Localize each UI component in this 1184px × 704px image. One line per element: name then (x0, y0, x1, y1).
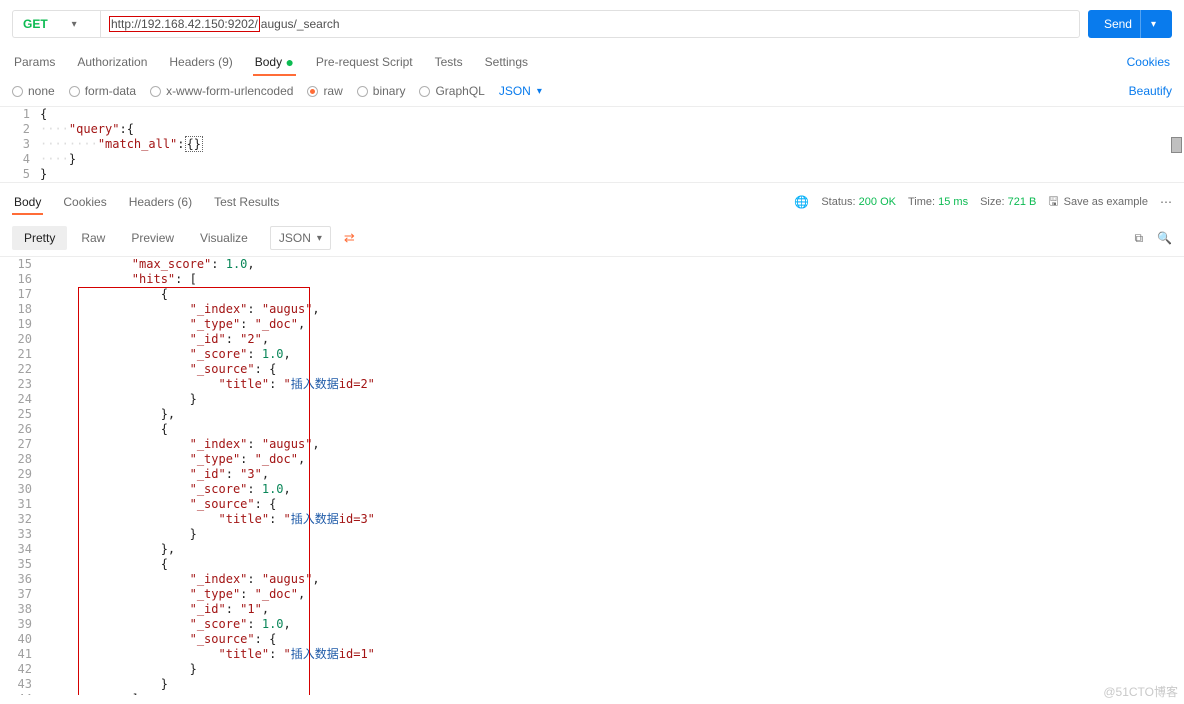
request-body-editor[interactable]: 1{ 2····"query":{ 3········"match_all":{… (0, 107, 1184, 183)
radio-raw[interactable]: raw (307, 84, 342, 98)
status-label: Status: 200 OK (821, 196, 896, 208)
radio-binary[interactable]: binary (357, 84, 406, 98)
method-select[interactable]: GET ▾ (12, 10, 100, 38)
watermark: @51CTO博客 (1103, 683, 1178, 700)
cookies-link[interactable]: Cookies (1125, 49, 1172, 75)
raw-type-select[interactable]: JSON▾ (499, 84, 542, 98)
tab-authorization[interactable]: Authorization (75, 49, 149, 75)
tab-params[interactable]: Params (12, 49, 57, 75)
chevron-down-icon: ▾ (72, 19, 77, 30)
radio-graphql[interactable]: GraphQL (419, 84, 484, 98)
more-icon[interactable]: ⋯ (1160, 195, 1172, 209)
view-preview-button[interactable]: Preview (119, 226, 186, 250)
wrap-lines-icon[interactable]: ⇄ (339, 227, 360, 249)
method-value: GET (23, 17, 48, 31)
copy-icon[interactable]: ⧉ (1134, 231, 1143, 246)
resp-tab-tests[interactable]: Test Results (212, 191, 281, 213)
save-icon: 🖫 (1048, 192, 1058, 213)
resp-tab-body[interactable]: Body (12, 191, 43, 213)
view-visualize-button[interactable]: Visualize (188, 226, 260, 250)
view-raw-button[interactable]: Raw (69, 226, 117, 250)
radio-none[interactable]: none (12, 84, 55, 98)
radio-urlencoded[interactable]: x-www-form-urlencoded (150, 84, 293, 98)
tab-tests[interactable]: Tests (433, 49, 465, 75)
size-label: Size: 721 B (980, 196, 1036, 208)
radio-form-data[interactable]: form-data (69, 84, 136, 98)
globe-icon[interactable]: 🌐 (794, 195, 809, 209)
chevron-down-icon: ▾ (537, 86, 542, 97)
resp-tab-cookies[interactable]: Cookies (61, 191, 108, 213)
editor-scrollbar[interactable] (1171, 137, 1182, 153)
url-rest: augus/_search (261, 17, 340, 31)
chevron-down-icon[interactable]: ▾ (1140, 10, 1156, 38)
search-icon[interactable]: 🔍 (1157, 231, 1172, 246)
resp-tab-headers[interactable]: Headers (6) (127, 191, 194, 213)
response-format-select[interactable]: JSON▾ (270, 226, 331, 250)
tab-body[interactable]: Body ● (253, 49, 296, 75)
beautify-link[interactable]: Beautify (1129, 84, 1172, 98)
tab-headers[interactable]: Headers (9) (167, 49, 234, 75)
tab-prerequest[interactable]: Pre-request Script (314, 49, 415, 75)
send-button[interactable]: Send ▾ (1088, 10, 1172, 38)
response-body-viewer[interactable]: 15 "max_score": 1.0,16 "hits": [17 {18 "… (0, 257, 1184, 695)
save-as-example-button[interactable]: 🖫Save as example (1048, 192, 1148, 213)
tab-settings[interactable]: Settings (483, 49, 530, 75)
chevron-down-icon: ▾ (317, 233, 322, 244)
time-label: Time: 15 ms (908, 196, 968, 208)
view-pretty-button[interactable]: Pretty (12, 226, 67, 250)
url-highlighted: http://192.168.42.150:9202/ (109, 16, 260, 32)
url-input[interactable]: http://192.168.42.150:9202/augus/_search (100, 10, 1080, 38)
dot-icon: ● (285, 54, 293, 70)
